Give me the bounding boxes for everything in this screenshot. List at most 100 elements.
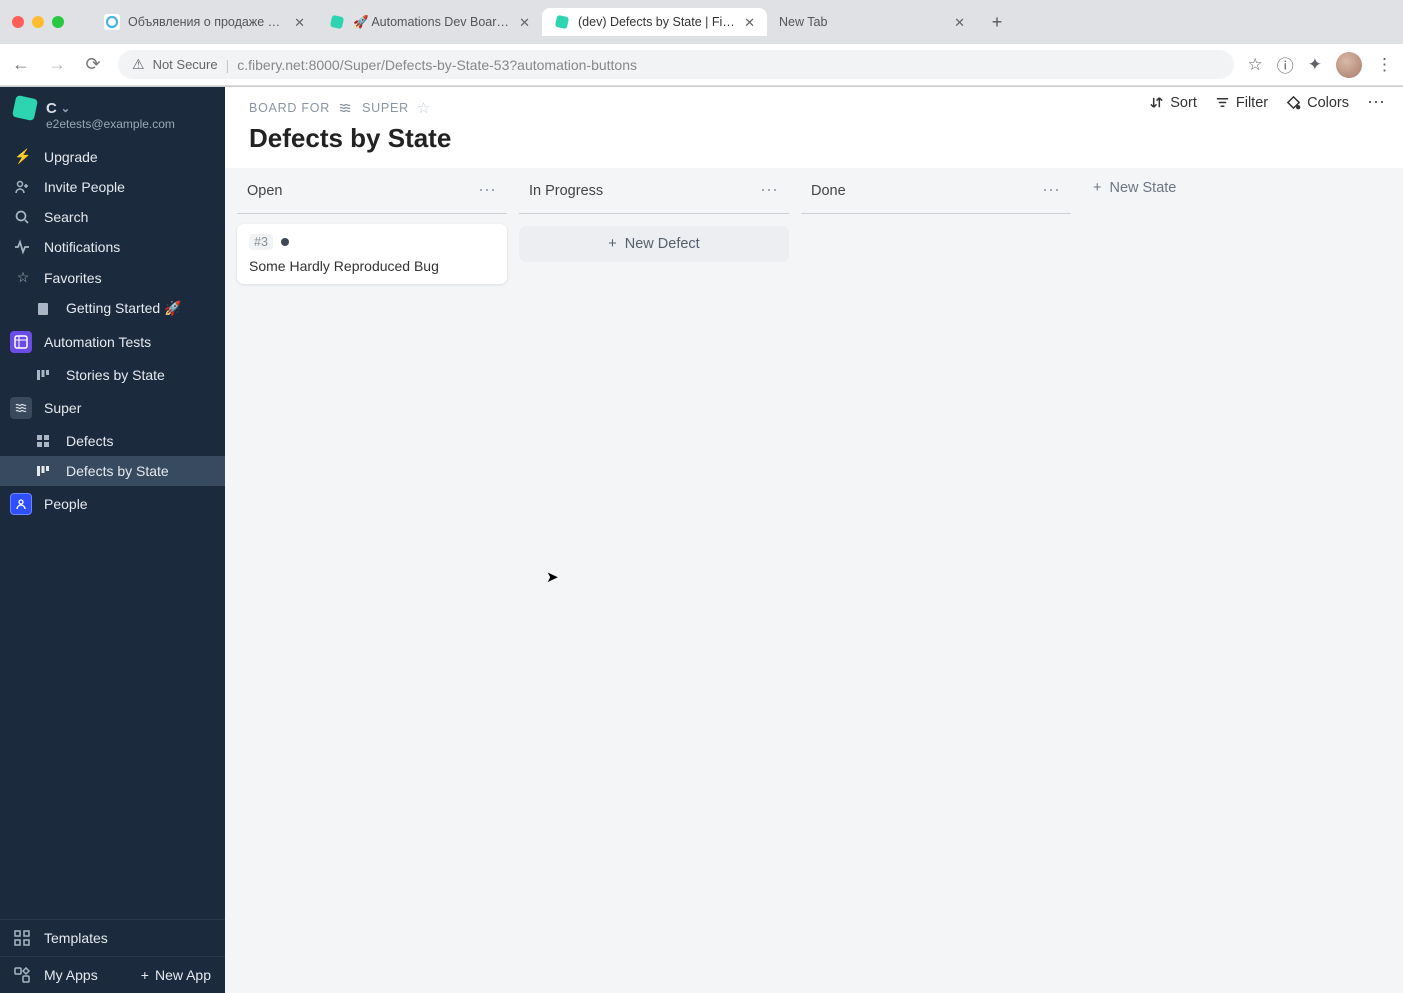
card-id: #3	[249, 234, 273, 250]
colors-label: Colors	[1307, 95, 1349, 111]
new-defect-label: New Defect	[625, 236, 700, 252]
header-actions: Sort Filter Colors ⋯	[1149, 92, 1385, 113]
sidebar-label: Defects	[66, 433, 113, 449]
favicon-icon	[104, 14, 120, 30]
sidebar-label: Defects by State	[66, 463, 169, 479]
column-title: In Progress	[529, 183, 603, 199]
more-button[interactable]: ⋯	[1367, 92, 1385, 113]
menu-icon[interactable]: ⋮	[1376, 55, 1393, 75]
not-secure-icon: ⚠	[132, 56, 145, 73]
star-icon: ☆	[14, 269, 32, 286]
more-icon[interactable]: ⋯	[760, 180, 779, 201]
browser-tab-active[interactable]: (dev) Defects by State | Fibery ✕	[542, 8, 767, 36]
board-icon	[36, 368, 54, 382]
close-icon[interactable]: ✕	[744, 16, 755, 29]
close-icon[interactable]: ✕	[294, 16, 305, 29]
sidebar-item-defects-by-state[interactable]: Defects by State	[0, 456, 225, 486]
more-icon[interactable]: ⋯	[1042, 180, 1061, 201]
sidebar-label: My Apps	[44, 967, 98, 983]
new-tab-button[interactable]: +	[983, 8, 1011, 36]
app-icon	[10, 331, 32, 353]
profile-avatar[interactable]	[1336, 52, 1362, 78]
sidebar-item-super[interactable]: Super	[0, 390, 225, 426]
filter-button[interactable]: Filter	[1215, 95, 1268, 111]
window-minimize-button[interactable]	[32, 16, 44, 28]
address-bar[interactable]: ⚠ Not Secure | c.fibery.net:8000/Super/D…	[118, 50, 1234, 79]
info-icon[interactable]: ⓘ	[1277, 52, 1294, 77]
tab-title: New Tab	[779, 15, 946, 29]
column-title: Open	[247, 183, 282, 199]
star-icon[interactable]: ☆	[1248, 55, 1263, 75]
plus-icon: +	[608, 236, 616, 252]
sidebar-item-upgrade[interactable]: ⚡ Upgrade	[0, 141, 225, 172]
person-add-icon	[14, 179, 32, 195]
app-icon	[10, 397, 32, 419]
templates-icon	[14, 930, 32, 946]
workspace-switcher[interactable]: C ⌄	[0, 87, 225, 121]
sidebar-item-defects[interactable]: Defects	[0, 426, 225, 456]
browser-tab[interactable]: 🚀 Automations Dev Board | Fi ✕	[317, 8, 542, 36]
new-app-button[interactable]: + New App	[127, 957, 225, 993]
back-button[interactable]: ←	[10, 54, 32, 75]
sidebar-label: Super	[44, 400, 81, 416]
breadcrumb-space[interactable]: SUPER	[362, 101, 409, 115]
more-icon[interactable]: ⋯	[478, 180, 497, 201]
close-icon[interactable]: ✕	[519, 16, 530, 29]
browser-chrome: Объявления о продаже автом ✕ 🚀 Automatio…	[0, 0, 1403, 87]
sidebar-item-automation-tests[interactable]: Automation Tests	[0, 324, 225, 360]
card-title: Some Hardly Reproduced Bug	[249, 258, 495, 274]
browser-tab[interactable]: New Tab ✕	[767, 9, 977, 35]
extensions-icon[interactable]: ✦	[1308, 55, 1322, 75]
page-title[interactable]: Defects by State	[249, 123, 1379, 154]
plus-icon: +	[1093, 180, 1101, 196]
browser-tabs: Объявления о продаже автом ✕ 🚀 Automatio…	[92, 8, 1391, 36]
sidebar-label: Upgrade	[44, 149, 98, 165]
board: Open ⋯ #3 Some Hardly Reproduced Bug In …	[225, 168, 1403, 993]
browser-tab[interactable]: Объявления о продаже автом ✕	[92, 8, 317, 36]
sidebar-item-templates[interactable]: Templates	[0, 920, 225, 956]
sidebar-label: Stories by State	[66, 367, 165, 383]
sidebar-item-search[interactable]: Search	[0, 202, 225, 232]
column-header[interactable]: Open ⋯	[237, 168, 507, 214]
apps-icon	[14, 967, 32, 983]
sidebar-label: Invite People	[44, 179, 125, 195]
star-icon[interactable]: ☆	[417, 99, 431, 117]
sidebar-label: Notifications	[44, 239, 120, 255]
state-dot-icon	[281, 238, 289, 246]
reload-button[interactable]: ⟳	[82, 54, 104, 75]
sidebar-item-getting-started[interactable]: Getting Started 🚀	[0, 293, 225, 324]
sidebar-item-my-apps[interactable]: My Apps	[0, 957, 112, 993]
window-close-button[interactable]	[12, 16, 24, 28]
activity-icon	[14, 239, 32, 255]
workspace-letter: C	[46, 100, 57, 117]
tab-title: Объявления о продаже автом	[128, 15, 286, 29]
breadcrumb-prefix: BOARD FOR	[249, 101, 330, 115]
sort-button[interactable]: Sort	[1149, 95, 1197, 111]
new-state-column: + New State	[1083, 168, 1353, 993]
board-column-in-progress: In Progress ⋯ + New Defect	[519, 168, 789, 993]
column-header[interactable]: In Progress ⋯	[519, 168, 789, 214]
colors-button[interactable]: Colors	[1286, 95, 1349, 111]
window-maximize-button[interactable]	[52, 16, 64, 28]
sidebar: C ⌄ e2etests@example.com ⚡ Upgrade Invit…	[0, 87, 225, 993]
sidebar-item-notifications[interactable]: Notifications	[0, 232, 225, 262]
new-state-button[interactable]: + New State	[1083, 168, 1353, 208]
workspace-logo-icon	[12, 95, 38, 121]
column-title: Done	[811, 183, 846, 199]
app-icon	[10, 493, 32, 515]
forward-button[interactable]: →	[46, 54, 68, 75]
sidebar-label: Search	[44, 209, 88, 225]
new-defect-button[interactable]: + New Defect	[519, 226, 789, 262]
favicon-icon	[329, 14, 345, 30]
sidebar-item-people[interactable]: People	[0, 486, 225, 522]
board-column-open: Open ⋯ #3 Some Hardly Reproduced Bug	[237, 168, 507, 993]
sidebar-item-favorites[interactable]: ☆ Favorites	[0, 262, 225, 293]
card[interactable]: #3 Some Hardly Reproduced Bug	[237, 224, 507, 284]
sidebar-item-invite[interactable]: Invite People	[0, 172, 225, 202]
close-icon[interactable]: ✕	[954, 16, 965, 29]
sidebar-item-stories-by-state[interactable]: Stories by State	[0, 360, 225, 390]
plus-icon: +	[141, 967, 149, 983]
tab-title: 🚀 Automations Dev Board | Fi	[353, 15, 511, 30]
column-header[interactable]: Done ⋯	[801, 168, 1071, 214]
app: C ⌄ e2etests@example.com ⚡ Upgrade Invit…	[0, 87, 1403, 993]
